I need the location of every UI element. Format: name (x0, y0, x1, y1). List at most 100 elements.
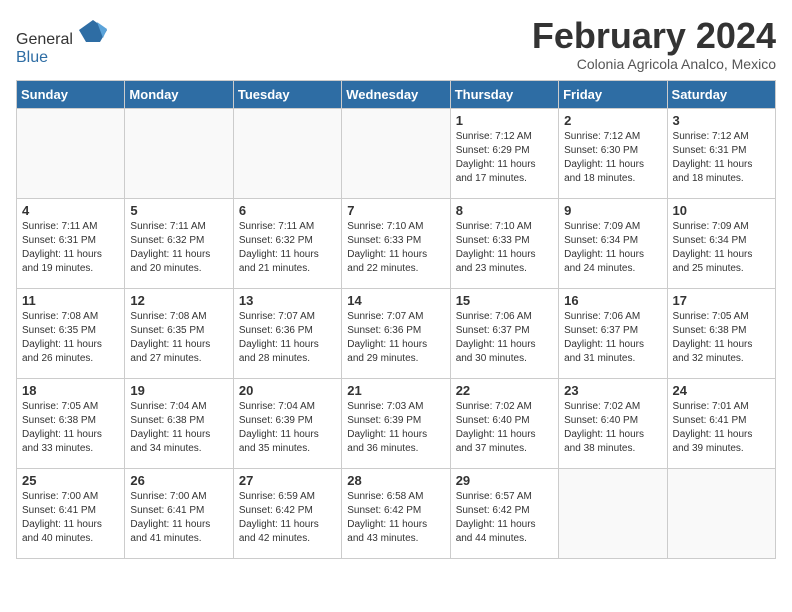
day-number: 12 (130, 293, 227, 308)
day-info: Sunrise: 7:07 AM Sunset: 6:36 PM Dayligh… (239, 310, 336, 366)
day-info: Sunrise: 7:09 AM Sunset: 6:34 PM Dayligh… (673, 220, 770, 276)
day-info: Sunrise: 7:12 AM Sunset: 6:31 PM Dayligh… (673, 130, 770, 186)
title-area: February 2024 Colonia Agricola Analco, M… (532, 16, 776, 72)
day-info: Sunrise: 7:11 AM Sunset: 6:31 PM Dayligh… (22, 220, 119, 276)
calendar-cell: 28 Sunrise: 6:58 AM Sunset: 6:42 PM Dayli… (342, 468, 450, 558)
calendar-cell: 3 Sunrise: 7:12 AM Sunset: 6:31 PM Daylig… (667, 108, 775, 198)
day-info: Sunrise: 7:08 AM Sunset: 6:35 PM Dayligh… (130, 310, 227, 366)
calendar-cell: 2 Sunrise: 7:12 AM Sunset: 6:30 PM Daylig… (559, 108, 667, 198)
calendar-table: SundayMondayTuesdayWednesdayThursdayFrid… (16, 80, 776, 559)
day-info: Sunrise: 6:57 AM Sunset: 6:42 PM Dayligh… (456, 490, 553, 546)
day-number: 17 (673, 293, 770, 308)
day-number: 21 (347, 383, 444, 398)
day-number: 18 (22, 383, 119, 398)
day-number: 24 (673, 383, 770, 398)
calendar-cell: 21 Sunrise: 7:03 AM Sunset: 6:39 PM Dayli… (342, 378, 450, 468)
weekday-header-row: SundayMondayTuesdayWednesdayThursdayFrid… (17, 80, 776, 108)
day-number: 2 (564, 113, 661, 128)
day-number: 15 (456, 293, 553, 308)
weekday-header-wednesday: Wednesday (342, 80, 450, 108)
day-info: Sunrise: 7:02 AM Sunset: 6:40 PM Dayligh… (564, 400, 661, 456)
header: General Blue February 2024 Colonia Agric… (16, 16, 776, 72)
day-number: 1 (456, 113, 553, 128)
calendar-cell (667, 468, 775, 558)
calendar-cell: 24 Sunrise: 7:01 AM Sunset: 6:41 PM Dayli… (667, 378, 775, 468)
day-info: Sunrise: 7:06 AM Sunset: 6:37 PM Dayligh… (456, 310, 553, 366)
day-info: Sunrise: 7:11 AM Sunset: 6:32 PM Dayligh… (239, 220, 336, 276)
day-info: Sunrise: 6:58 AM Sunset: 6:42 PM Dayligh… (347, 490, 444, 546)
calendar-week-row: 18 Sunrise: 7:05 AM Sunset: 6:38 PM Dayli… (17, 378, 776, 468)
calendar-cell: 25 Sunrise: 7:00 AM Sunset: 6:41 PM Dayli… (17, 468, 125, 558)
calendar-cell: 17 Sunrise: 7:05 AM Sunset: 6:38 PM Dayli… (667, 288, 775, 378)
calendar-week-row: 1 Sunrise: 7:12 AM Sunset: 6:29 PM Daylig… (17, 108, 776, 198)
weekday-header-thursday: Thursday (450, 80, 558, 108)
day-info: Sunrise: 7:04 AM Sunset: 6:38 PM Dayligh… (130, 400, 227, 456)
day-info: Sunrise: 7:10 AM Sunset: 6:33 PM Dayligh… (456, 220, 553, 276)
day-number: 29 (456, 473, 553, 488)
day-info: Sunrise: 7:07 AM Sunset: 6:36 PM Dayligh… (347, 310, 444, 366)
day-info: Sunrise: 7:09 AM Sunset: 6:34 PM Dayligh… (564, 220, 661, 276)
day-info: Sunrise: 7:12 AM Sunset: 6:30 PM Dayligh… (564, 130, 661, 186)
weekday-header-sunday: Sunday (17, 80, 125, 108)
calendar-cell: 14Sunrise: 7:07 AM Sunset: 6:36 PM Dayli… (342, 288, 450, 378)
calendar-cell (17, 108, 125, 198)
logo-icon (79, 16, 107, 44)
day-number: 22 (456, 383, 553, 398)
calendar-cell: 12 Sunrise: 7:08 AM Sunset: 6:35 PM Dayli… (125, 288, 233, 378)
day-number: 10 (673, 203, 770, 218)
calendar-subtitle: Colonia Agricola Analco, Mexico (532, 56, 776, 72)
calendar-cell: 23Sunrise: 7:02 AM Sunset: 6:40 PM Dayli… (559, 378, 667, 468)
day-number: 13 (239, 293, 336, 308)
calendar-cell: 27 Sunrise: 6:59 AM Sunset: 6:42 PM Dayli… (233, 468, 341, 558)
day-info: Sunrise: 7:10 AM Sunset: 6:33 PM Dayligh… (347, 220, 444, 276)
day-info: Sunrise: 7:06 AM Sunset: 6:37 PM Dayligh… (564, 310, 661, 366)
day-info: Sunrise: 7:08 AM Sunset: 6:35 PM Dayligh… (22, 310, 119, 366)
logo-general-text: General (16, 31, 73, 48)
weekday-header-tuesday: Tuesday (233, 80, 341, 108)
calendar-cell: 10 Sunrise: 7:09 AM Sunset: 6:34 PM Dayli… (667, 198, 775, 288)
day-info: Sunrise: 7:11 AM Sunset: 6:32 PM Dayligh… (130, 220, 227, 276)
calendar-cell: 4Sunrise: 7:11 AM Sunset: 6:31 PM Daylig… (17, 198, 125, 288)
calendar-cell (125, 108, 233, 198)
day-number: 20 (239, 383, 336, 398)
calendar-cell (559, 468, 667, 558)
day-info: Sunrise: 6:59 AM Sunset: 6:42 PM Dayligh… (239, 490, 336, 546)
day-number: 5 (130, 203, 227, 218)
day-number: 25 (22, 473, 119, 488)
day-info: Sunrise: 7:05 AM Sunset: 6:38 PM Dayligh… (22, 400, 119, 456)
day-number: 27 (239, 473, 336, 488)
logo-blue-text: Blue (16, 49, 48, 66)
calendar-cell: 6 Sunrise: 7:11 AM Sunset: 6:32 PM Daylig… (233, 198, 341, 288)
calendar-cell: 22 Sunrise: 7:02 AM Sunset: 6:40 PM Dayli… (450, 378, 558, 468)
day-info: Sunrise: 7:03 AM Sunset: 6:39 PM Dayligh… (347, 400, 444, 456)
day-number: 9 (564, 203, 661, 218)
calendar-week-row: 25 Sunrise: 7:00 AM Sunset: 6:41 PM Dayli… (17, 468, 776, 558)
calendar-cell: 29 Sunrise: 6:57 AM Sunset: 6:42 PM Dayli… (450, 468, 558, 558)
calendar-cell: 13 Sunrise: 7:07 AM Sunset: 6:36 PM Dayli… (233, 288, 341, 378)
day-info: Sunrise: 7:00 AM Sunset: 6:41 PM Dayligh… (22, 490, 119, 546)
day-info: Sunrise: 7:05 AM Sunset: 6:38 PM Dayligh… (673, 310, 770, 366)
day-number: 8 (456, 203, 553, 218)
calendar-cell: 1 Sunrise: 7:12 AM Sunset: 6:29 PM Daylig… (450, 108, 558, 198)
day-number: 19 (130, 383, 227, 398)
calendar-cell: 5 Sunrise: 7:11 AM Sunset: 6:32 PM Daylig… (125, 198, 233, 288)
day-info: Sunrise: 7:12 AM Sunset: 6:29 PM Dayligh… (456, 130, 553, 186)
weekday-header-saturday: Saturday (667, 80, 775, 108)
day-number: 11 (22, 293, 119, 308)
day-number: 6 (239, 203, 336, 218)
calendar-cell (233, 108, 341, 198)
calendar-cell: 18 Sunrise: 7:05 AM Sunset: 6:38 PM Dayli… (17, 378, 125, 468)
day-number: 28 (347, 473, 444, 488)
day-info: Sunrise: 7:04 AM Sunset: 6:39 PM Dayligh… (239, 400, 336, 456)
day-number: 26 (130, 473, 227, 488)
day-info: Sunrise: 7:01 AM Sunset: 6:41 PM Dayligh… (673, 400, 770, 456)
calendar-title: February 2024 (532, 16, 776, 56)
day-number: 3 (673, 113, 770, 128)
calendar-week-row: 11 Sunrise: 7:08 AM Sunset: 6:35 PM Dayli… (17, 288, 776, 378)
calendar-cell: 8 Sunrise: 7:10 AM Sunset: 6:33 PM Daylig… (450, 198, 558, 288)
calendar-cell: 16Sunrise: 7:06 AM Sunset: 6:37 PM Dayli… (559, 288, 667, 378)
day-info: Sunrise: 7:02 AM Sunset: 6:40 PM Dayligh… (456, 400, 553, 456)
weekday-header-friday: Friday (559, 80, 667, 108)
calendar-cell (342, 108, 450, 198)
calendar-cell: 11 Sunrise: 7:08 AM Sunset: 6:35 PM Dayli… (17, 288, 125, 378)
